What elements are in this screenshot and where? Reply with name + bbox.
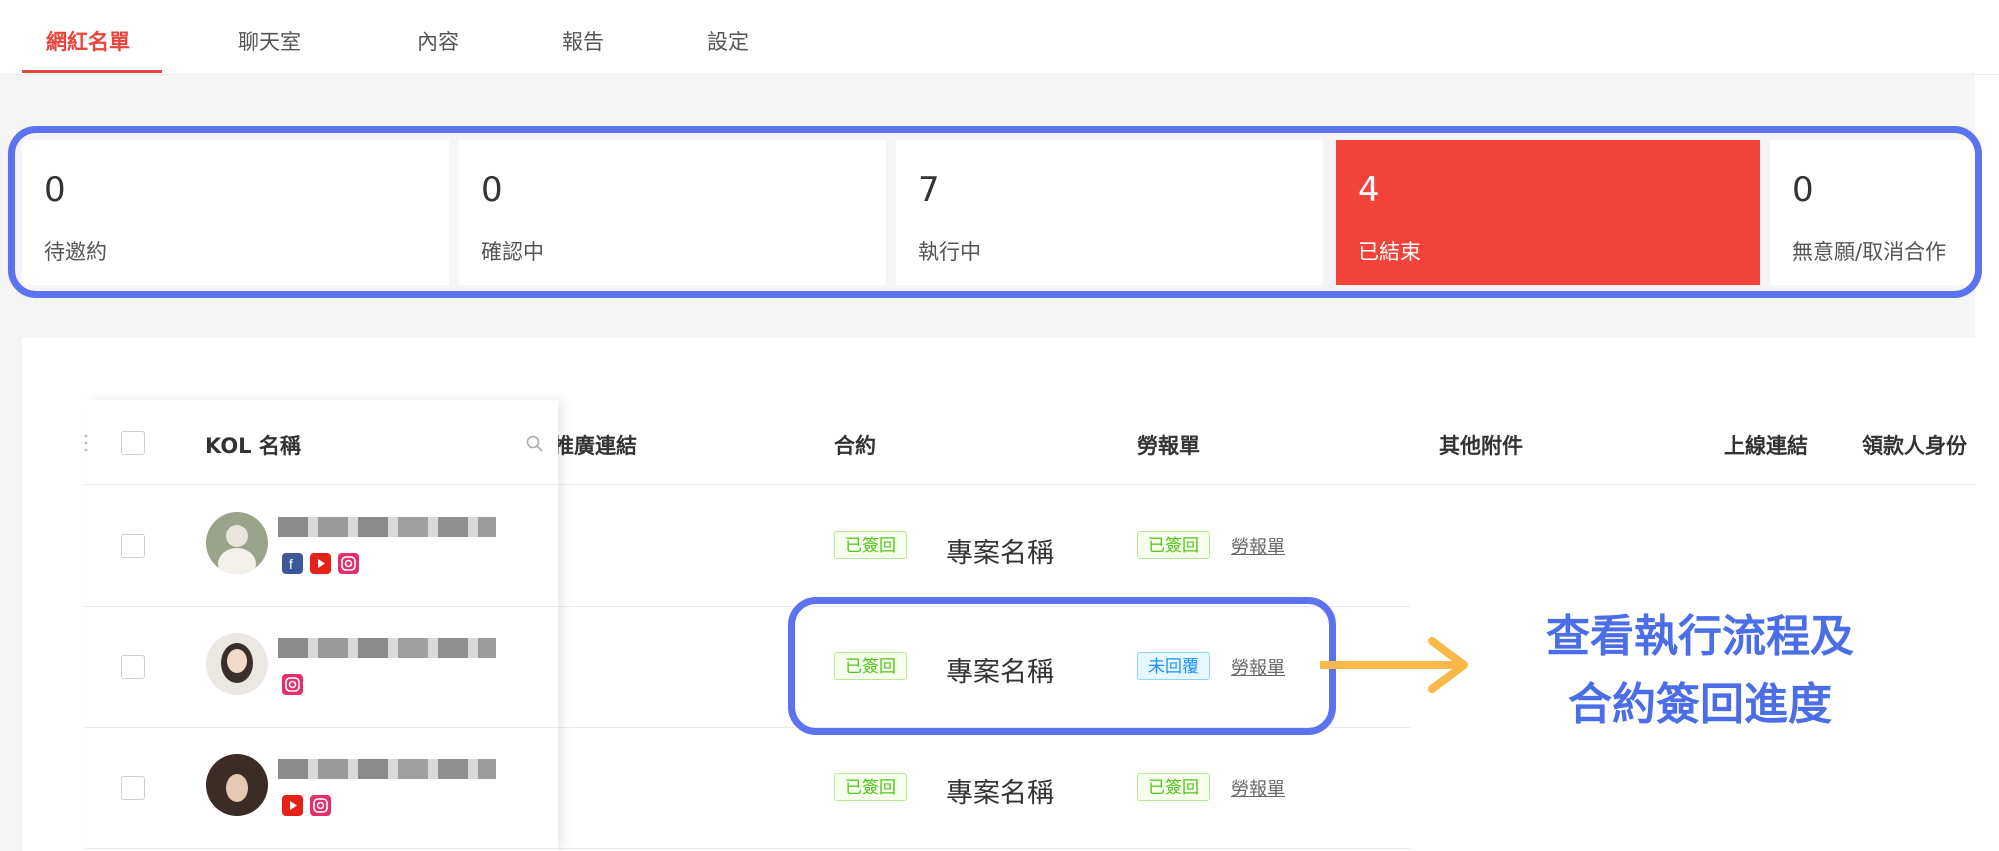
col-head-promo-link: 推廣連結: [553, 434, 637, 458]
tab-report[interactable]: 報告: [562, 26, 604, 56]
row-highlight-frame: [788, 597, 1336, 735]
col-head-other-attachments: 其他附件: [1439, 434, 1523, 458]
tab-chatroom[interactable]: 聊天室: [238, 26, 301, 56]
row-checkbox[interactable]: [121, 776, 145, 800]
labor-form-link[interactable]: 勞報單: [1231, 775, 1285, 801]
svg-text:f: f: [289, 556, 293, 572]
contract-status-badge: 已簽回: [834, 773, 907, 801]
frozen-kol-column: [84, 400, 558, 851]
labor-status-badge: 已簽回: [1137, 531, 1210, 559]
select-all-checkbox[interactable]: [121, 431, 145, 455]
col-head-kol-name: KOL 名稱: [205, 434, 301, 458]
active-tab-indicator: [22, 70, 162, 73]
col-head-payee-identity: 領款人身份: [1862, 434, 1967, 458]
tab-kol-list[interactable]: 網紅名單: [46, 26, 130, 56]
blurred-name-image: [278, 759, 496, 779]
row-divider: [558, 848, 1410, 849]
avatar: [206, 754, 268, 816]
contract-status-badge: 已簽回: [834, 531, 907, 559]
youtube-icon[interactable]: [282, 795, 303, 816]
row-divider: [84, 606, 558, 607]
status-highlight-frame: [8, 126, 1982, 298]
facebook-icon[interactable]: f: [282, 553, 303, 574]
column-drag-handle-icon[interactable]: [83, 432, 89, 454]
row-divider: [84, 848, 558, 849]
tab-content[interactable]: 內容: [417, 26, 459, 56]
blurred-name-image: [278, 638, 496, 658]
row-divider: [84, 484, 558, 485]
col-head-contract: 合約: [834, 434, 876, 458]
blurred-name-image: [278, 517, 496, 537]
avatar: [206, 512, 268, 574]
col-head-live-link: 上線連結: [1724, 434, 1808, 458]
row-checkbox[interactable]: [121, 655, 145, 679]
top-tab-bar: 網紅名單 聊天室 內容 報告 設定: [0, 0, 1999, 75]
labor-form-link[interactable]: 勞報單: [1231, 533, 1285, 559]
instagram-icon[interactable]: [338, 553, 359, 574]
project-name: 專案名稱: [946, 538, 1054, 569]
row-divider: [84, 727, 558, 728]
instagram-icon[interactable]: [282, 674, 303, 695]
tab-settings[interactable]: 設定: [707, 26, 749, 56]
project-name: 專案名稱: [946, 778, 1054, 809]
youtube-icon[interactable]: [310, 553, 331, 574]
row-checkbox[interactable]: [121, 534, 145, 558]
col-head-labor-form: 勞報單: [1137, 434, 1200, 458]
annotation-text-line1: 查看執行流程及: [1546, 611, 1854, 662]
avatar: [206, 633, 268, 695]
annotation-arrow-icon: [1320, 637, 1468, 693]
labor-status-badge: 已簽回: [1137, 773, 1210, 801]
instagram-icon[interactable]: [310, 795, 331, 816]
search-icon[interactable]: [525, 434, 545, 454]
annotation-text-line2: 合約簽回進度: [1568, 679, 1832, 730]
